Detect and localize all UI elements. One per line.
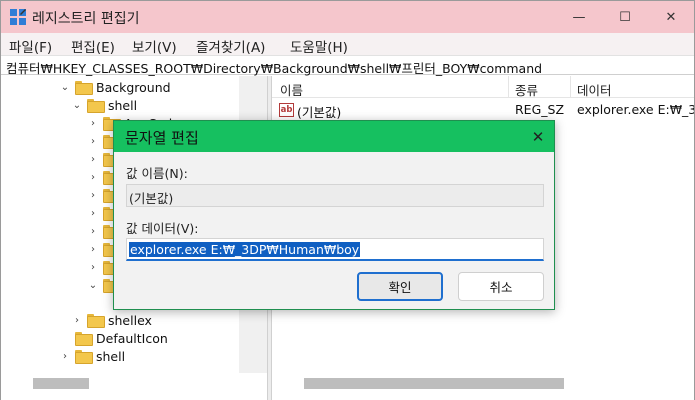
list-scroll-thumb[interactable]: [304, 378, 564, 389]
address-bar[interactable]: 컴퓨터₩HKEY_CLASSES_ROOT₩Directory₩Backgrou…: [1, 55, 694, 77]
chevron-right-icon[interactable]: ›: [87, 118, 99, 129]
chevron-right-icon[interactable]: ›: [87, 154, 99, 165]
menu-bar: 파일(F) 편집(E) 보기(V) 즐겨찾기(A) 도움말(H): [1, 33, 694, 56]
close-icon: ✕: [531, 127, 545, 146]
chevron-down-icon[interactable]: ⌄: [71, 100, 83, 111]
value-data-field[interactable]: explorer.exe E:₩_3DP₩Human₩boy: [126, 238, 544, 261]
chevron-right-icon[interactable]: ›: [87, 190, 99, 201]
close-icon: ✕: [665, 9, 677, 25]
chevron-down-icon[interactable]: ⌄: [87, 280, 99, 291]
tree-item-label: shellex: [108, 312, 152, 328]
folder-icon: [87, 99, 105, 113]
dialog-title-bar[interactable]: 문자열 편집 ✕: [114, 121, 554, 152]
value-name-label: 값 이름(N):: [126, 166, 188, 181]
edit-string-dialog: 문자열 편집 ✕ 값 이름(N): (기본값) 값 데이터(V): explor…: [113, 120, 555, 310]
folder-icon: [75, 332, 93, 346]
address-path[interactable]: 컴퓨터₩HKEY_CLASSES_ROOT₩Directory₩Backgrou…: [6, 58, 542, 77]
tree-item-shell[interactable]: ⌄ shell: [71, 96, 137, 114]
folder-icon: [87, 314, 105, 328]
chevron-down-icon[interactable]: ⌄: [59, 82, 71, 93]
value-name-text: (기본값): [129, 191, 174, 206]
tree-scroll-thumb[interactable]: [33, 378, 89, 389]
string-value-icon: ab: [279, 103, 294, 117]
value-data-text[interactable]: explorer.exe E:₩_3DP₩Human₩boy: [129, 242, 361, 257]
folder-icon: [75, 81, 93, 95]
menu-edit[interactable]: 편집(E): [71, 36, 115, 56]
tree-item-label: shell: [108, 97, 138, 113]
regedit-icon: [10, 9, 26, 25]
minimize-button[interactable]: —: [556, 1, 602, 33]
list-header: 이름 종류 데이터: [272, 76, 694, 98]
maximize-button[interactable]: ☐: [602, 1, 648, 33]
chevron-right-icon[interactable]: ›: [87, 208, 99, 219]
folder-icon: [75, 350, 93, 364]
tree-item-defaulticon[interactable]: DefaultIcon: [59, 329, 168, 347]
chevron-right-icon[interactable]: ›: [71, 315, 83, 326]
column-data-header[interactable]: 데이터: [577, 80, 612, 99]
value-type: REG_SZ: [515, 102, 565, 117]
value-name-field: (기본값): [126, 184, 544, 207]
chevron-right-icon[interactable]: ›: [87, 136, 99, 147]
dialog-title: 문자열 편집: [125, 129, 199, 147]
menu-view[interactable]: 보기(V): [132, 36, 177, 56]
chevron-right-icon[interactable]: ›: [87, 172, 99, 183]
cancel-button[interactable]: 취소: [458, 272, 544, 301]
window-title: 레지스트리 편집기: [32, 11, 140, 27]
column-divider[interactable]: [508, 76, 509, 98]
menu-help[interactable]: 도움말(H): [290, 36, 348, 56]
value-data: explorer.exe E:₩_3DP₩Human₩boy: [577, 102, 694, 117]
tree-item-label: DefaultIcon: [96, 330, 168, 346]
minimize-icon: —: [572, 9, 586, 25]
dialog-close-button[interactable]: ✕: [522, 121, 554, 152]
title-bar[interactable]: 레지스트리 편집기 — ☐ ✕: [1, 1, 694, 33]
registry-editor-window: 레지스트리 편집기 — ☐ ✕ 파일(F) 편집(E) 보기(V) 즐겨찾기(A…: [0, 0, 695, 400]
chevron-right-icon[interactable]: ›: [87, 244, 99, 255]
ok-button[interactable]: 확인: [357, 272, 443, 301]
column-type-header[interactable]: 종류: [515, 80, 538, 99]
tree-item-shellex[interactable]: › shellex: [71, 311, 152, 329]
chevron-right-icon[interactable]: ›: [87, 226, 99, 237]
tree-item-shell-2[interactable]: › shell: [59, 347, 125, 365]
tree-item-background[interactable]: ⌄ Background: [59, 78, 171, 96]
menu-file[interactable]: 파일(F): [9, 36, 52, 56]
column-name-header[interactable]: 이름: [280, 80, 303, 99]
chevron-right-icon[interactable]: ›: [87, 262, 99, 273]
tree-item-label: Background: [96, 79, 171, 95]
tree-item-label: shell: [96, 348, 126, 364]
value-data-label: 값 데이터(V):: [126, 221, 199, 236]
maximize-icon: ☐: [619, 9, 631, 25]
table-row[interactable]: ab (기본값) REG_SZ explorer.exe E:₩_3DP₩Hum…: [272, 100, 694, 120]
column-divider[interactable]: [570, 76, 571, 98]
chevron-right-icon[interactable]: ›: [59, 351, 71, 362]
close-button[interactable]: ✕: [648, 1, 694, 33]
value-name: (기본값): [297, 105, 342, 120]
menu-favorites[interactable]: 즐겨찾기(A): [196, 36, 265, 56]
